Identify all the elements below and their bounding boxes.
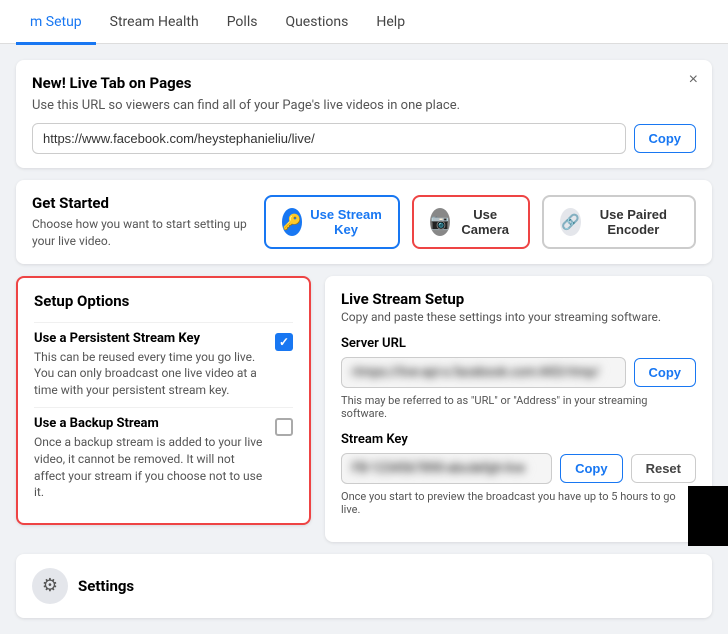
server-url-note: This may be referred to as "URL" or "Add…	[341, 394, 696, 420]
copy-url-button[interactable]: Copy	[634, 124, 697, 153]
nav-item-health[interactable]: Stream Health	[96, 1, 213, 45]
persistent-stream-key-desc: This can be reused every time you go liv…	[34, 349, 265, 399]
stream-key-label: Stream Key	[341, 432, 696, 447]
get-started-text: Get Started Choose how you want to start…	[32, 194, 252, 250]
right-column: Live Stream Setup Copy and paste these s…	[325, 276, 712, 542]
live-stream-card: Live Stream Setup Copy and paste these s…	[325, 276, 712, 542]
nav-item-setup[interactable]: m Setup	[16, 1, 96, 45]
url-row: Copy	[32, 123, 696, 154]
left-column: Setup Options Use a Persistent Stream Ke…	[16, 276, 311, 542]
stream-key-note: Once you start to preview the broadcast …	[341, 490, 696, 516]
use-paired-encoder-button[interactable]: 🔗 Use Paired Encoder	[542, 195, 696, 249]
get-started-card: Get Started Choose how you want to start…	[16, 180, 712, 264]
persistent-stream-key-checkbox[interactable]	[275, 333, 293, 351]
backup-stream-option: Use a Backup Stream Once a backup stream…	[34, 407, 293, 509]
settings-label: Settings	[78, 577, 134, 595]
camera-label: Use Camera	[458, 207, 512, 237]
use-camera-button[interactable]: 📷 Use Camera	[412, 195, 530, 249]
nav-item-questions[interactable]: Questions	[271, 1, 362, 45]
get-started-title: Get Started	[32, 194, 252, 212]
gear-icon: ⚙	[32, 568, 68, 604]
reset-stream-key-button[interactable]: Reset	[631, 454, 696, 483]
stream-key-field[interactable]: FB-1234567890-abcdefgh-live	[341, 453, 552, 484]
persistent-stream-key-title: Use a Persistent Stream Key	[34, 331, 265, 346]
banner-card: New! Live Tab on Pages Use this URL so v…	[16, 60, 712, 168]
main-content: New! Live Tab on Pages Use this URL so v…	[0, 44, 728, 634]
persistent-stream-key-text: Use a Persistent Stream Key This can be …	[34, 331, 265, 399]
two-col-layout: Setup Options Use a Persistent Stream Ke…	[16, 276, 712, 542]
banner-desc: Use this URL so viewers can find all of …	[32, 98, 696, 113]
server-url-row: rtmps://live-api-s.facebook.com:443/rtmp…	[341, 357, 696, 388]
server-url-value: rtmps://live-api-s.facebook.com:443/rtmp…	[352, 365, 600, 380]
backup-stream-checkbox[interactable]	[275, 418, 293, 436]
server-url-label: Server URL	[341, 336, 696, 351]
paired-encoder-icon: 🔗	[560, 208, 580, 236]
nav-item-help[interactable]: Help	[362, 1, 419, 45]
copy-stream-key-button[interactable]: Copy	[560, 454, 623, 483]
copy-server-url-button[interactable]: Copy	[634, 358, 697, 387]
camera-icon: 📷	[430, 208, 450, 236]
backup-stream-desc: Once a backup stream is added to your li…	[34, 434, 265, 501]
stream-key-value: FB-1234567890-abcdefgh-live	[352, 461, 525, 476]
stream-key-row: FB-1234567890-abcdefgh-live Copy Reset	[341, 453, 696, 484]
use-stream-key-button[interactable]: 🔑 Use Stream Key	[264, 195, 400, 249]
server-url-field[interactable]: rtmps://live-api-s.facebook.com:443/rtmp…	[341, 357, 626, 388]
paired-encoder-label: Use Paired Encoder	[589, 207, 678, 237]
live-stream-title: Live Stream Setup	[341, 290, 696, 308]
stream-key-label: Use Stream Key	[310, 207, 382, 237]
close-button[interactable]: ×	[689, 72, 698, 88]
banner-title: New! Live Tab on Pages	[32, 74, 696, 92]
persistent-stream-key-option: Use a Persistent Stream Key This can be …	[34, 322, 293, 407]
top-nav: m Setup Stream Health Polls Questions He…	[0, 0, 728, 44]
get-started-desc: Choose how you want to start setting up …	[32, 216, 252, 250]
page-url-input[interactable]	[32, 123, 626, 154]
live-stream-desc: Copy and paste these settings into your …	[341, 310, 696, 324]
settings-row[interactable]: ⚙ Settings	[16, 554, 712, 618]
black-box-artifact	[688, 486, 728, 546]
backup-stream-text: Use a Backup Stream Once a backup stream…	[34, 416, 265, 501]
backup-stream-title: Use a Backup Stream	[34, 416, 265, 431]
nav-item-polls[interactable]: Polls	[213, 1, 272, 45]
stream-key-icon: 🔑	[282, 208, 302, 236]
setup-options-title: Setup Options	[34, 292, 293, 310]
setup-options-card: Setup Options Use a Persistent Stream Ke…	[16, 276, 311, 526]
get-started-inner: Get Started Choose how you want to start…	[32, 194, 696, 250]
